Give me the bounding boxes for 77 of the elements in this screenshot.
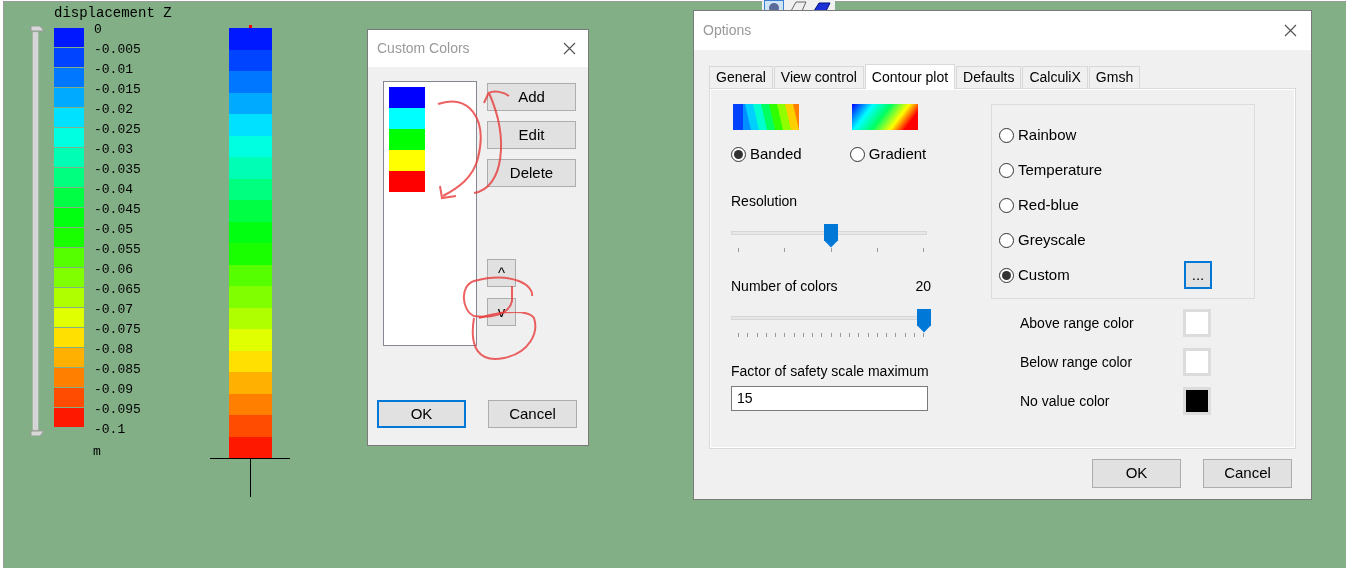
legend-value: -0.1 (94, 421, 127, 439)
tab[interactable]: Gmsh (1088, 66, 1141, 88)
legend-value: -0.08 (94, 341, 134, 359)
color-list[interactable] (383, 81, 477, 346)
window-title: Options (703, 21, 752, 40)
field-label: Factor of safety scale maximum (731, 361, 930, 381)
radio-label: Greyscale (1018, 229, 1086, 250)
legend-value: -0.075 (94, 321, 141, 339)
radio-label: Rainbow (1018, 124, 1077, 145)
color-item[interactable] (389, 87, 425, 108)
slider-value: 20 (915, 276, 931, 296)
tab[interactable]: View control (773, 66, 864, 88)
window-title: Custom Colors (377, 39, 470, 58)
legend-value: -0.035 (94, 161, 141, 179)
legend-value: -0.055 (94, 241, 141, 259)
dialog-button[interactable]: OK (377, 400, 466, 428)
slider-label: Resolution (731, 191, 799, 211)
tab[interactable]: CalculiX (1022, 66, 1088, 88)
color-item[interactable] (389, 171, 425, 192)
radio-button[interactable] (999, 127, 1014, 143)
legend-value: -0.09 (94, 381, 134, 399)
dialog-button[interactable]: Add (487, 83, 576, 111)
dialog-button[interactable]: Cancel (1203, 459, 1292, 488)
radio-button[interactable] (999, 232, 1014, 248)
gradient-preview-icon (851, 104, 918, 130)
radio-button[interactable] (999, 162, 1014, 178)
legend-value: -0.02 (94, 101, 134, 119)
legend-value: -0.095 (94, 401, 141, 419)
legend-value: -0.04 (94, 181, 134, 199)
slider[interactable] (731, 308, 931, 339)
radio-label: Banded (750, 144, 802, 164)
radio-label: Temperature (1018, 159, 1103, 180)
color-label: Above range color (1020, 313, 1134, 333)
dialog-button[interactable]: Cancel (488, 400, 577, 428)
legend-value: -0.065 (94, 281, 141, 299)
legend-value: -0.025 (94, 121, 141, 139)
legend-title: displacement Z (54, 4, 172, 22)
legend-value: -0.01 (94, 61, 134, 79)
close-icon[interactable] (1284, 24, 1297, 37)
range-slider[interactable] (30, 26, 46, 436)
legend-value: -0.03 (94, 141, 134, 159)
tab[interactable]: Defaults (956, 66, 1022, 88)
legend-value: -0.06 (94, 261, 134, 279)
radio-button[interactable] (731, 146, 746, 162)
radio-label: Red-blue (1018, 194, 1079, 215)
tab[interactable]: General (709, 66, 773, 88)
legend-value: 0 (94, 21, 103, 39)
color-item[interactable] (389, 150, 425, 171)
legend-value: -0.045 (94, 201, 141, 219)
legend-value: -0.015 (94, 81, 141, 99)
color-item[interactable] (389, 129, 425, 150)
input-field[interactable]: 15 (731, 385, 928, 411)
ellipsis-button[interactable]: ... (1184, 261, 1212, 289)
radio-label: Gradient (868, 144, 927, 164)
dialog-button[interactable]: Delete (487, 159, 576, 187)
unit-label: m (93, 443, 102, 461)
legend-value: -0.07 (94, 301, 134, 319)
dialog-button[interactable]: OK (1092, 459, 1181, 488)
close-icon[interactable] (563, 42, 576, 55)
radio-button[interactable] (849, 146, 865, 162)
legend-value: -0.085 (94, 361, 141, 379)
color-label: No value color (1020, 391, 1110, 411)
color-swatch[interactable] (1183, 309, 1211, 337)
color-swatch[interactable] (1183, 387, 1211, 415)
tab[interactable]: Contour plot (864, 64, 956, 89)
color-swatch[interactable] (1183, 348, 1211, 376)
color-label: Below range color (1020, 352, 1133, 372)
slider-label: Number of colors (731, 276, 838, 296)
color-item[interactable] (389, 108, 425, 129)
radio-label: Custom (1018, 264, 1070, 285)
dialog-button[interactable]: Edit (487, 121, 576, 149)
banded-preview-icon (733, 104, 799, 130)
radio-button[interactable] (999, 197, 1014, 213)
radio-button[interactable] (999, 267, 1014, 283)
legend-value: -0.005 (94, 41, 141, 59)
legend-value: -0.05 (94, 221, 134, 239)
move-button[interactable]: ^ (487, 259, 516, 287)
